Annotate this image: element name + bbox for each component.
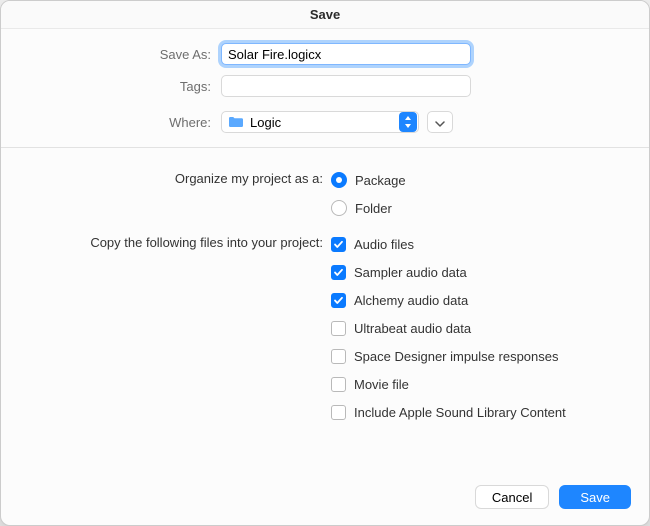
organize-option-folder[interactable]: Folder (331, 194, 406, 222)
copy-option-space-designer[interactable]: Space Designer impulse responses (331, 342, 566, 370)
save-as-input[interactable] (221, 43, 471, 65)
copy-option-sampler[interactable]: Sampler audio data (331, 258, 566, 286)
save-as-label: Save As: (21, 47, 221, 62)
titlebar: Save (1, 1, 649, 29)
save-button-label: Save (580, 490, 610, 505)
radio-package[interactable] (331, 172, 347, 188)
copy-option-label: Sampler audio data (354, 265, 467, 280)
copy-option-label: Alchemy audio data (354, 293, 468, 308)
tags-input[interactable] (221, 75, 471, 97)
checkbox-movie[interactable] (331, 377, 346, 392)
copy-option-label: Movie file (354, 377, 409, 392)
organize-option-label: Folder (355, 201, 392, 216)
organize-option-label: Package (355, 173, 406, 188)
checkbox-asl[interactable] (331, 405, 346, 420)
chevron-down-icon (435, 115, 445, 130)
window-title: Save (310, 7, 340, 22)
where-selected: Logic (250, 115, 398, 130)
organize-radio-group: Package Folder (331, 166, 406, 222)
copy-option-ultrabeat[interactable]: Ultrabeat audio data (331, 314, 566, 342)
checkbox-space-designer[interactable] (331, 349, 346, 364)
where-popup[interactable]: Logic (221, 111, 419, 133)
dialog-footer: Cancel Save (1, 471, 649, 525)
where-label: Where: (21, 115, 221, 130)
copy-option-movie[interactable]: Movie file (331, 370, 566, 398)
checkbox-sampler[interactable] (331, 265, 346, 280)
tags-label: Tags: (21, 79, 221, 94)
folder-icon (228, 116, 244, 128)
options-section: Organize my project as a: PackageFolder … (1, 148, 649, 471)
expand-browser-button[interactable] (427, 111, 453, 133)
cancel-button-label: Cancel (492, 490, 532, 505)
copy-option-label: Audio files (354, 237, 414, 252)
copy-option-alchemy[interactable]: Alchemy audio data (331, 286, 566, 314)
copy-option-label: Include Apple Sound Library Content (354, 405, 566, 420)
organize-option-package[interactable]: Package (331, 166, 406, 194)
copy-files-checkbox-group: Audio files Sampler audio data Alchemy aud… (331, 230, 566, 426)
copy-option-label: Space Designer impulse responses (354, 349, 559, 364)
save-button[interactable]: Save (559, 485, 631, 509)
updown-arrows-icon (399, 112, 417, 132)
cancel-button[interactable]: Cancel (475, 485, 549, 509)
copy-option-asl[interactable]: Include Apple Sound Library Content (331, 398, 566, 426)
organize-label: Organize my project as a: (21, 166, 331, 186)
radio-folder[interactable] (331, 200, 347, 216)
checkbox-ultrabeat[interactable] (331, 321, 346, 336)
copy-files-label: Copy the following files into your proje… (21, 230, 331, 250)
save-dialog: Save Save As: Tags: Where: Logic (0, 0, 650, 526)
checkbox-alchemy[interactable] (331, 293, 346, 308)
copy-option-label: Ultrabeat audio data (354, 321, 471, 336)
checkbox-audio[interactable] (331, 237, 346, 252)
file-location-section: Save As: Tags: Where: Logic (1, 29, 649, 148)
copy-option-audio[interactable]: Audio files (331, 230, 566, 258)
